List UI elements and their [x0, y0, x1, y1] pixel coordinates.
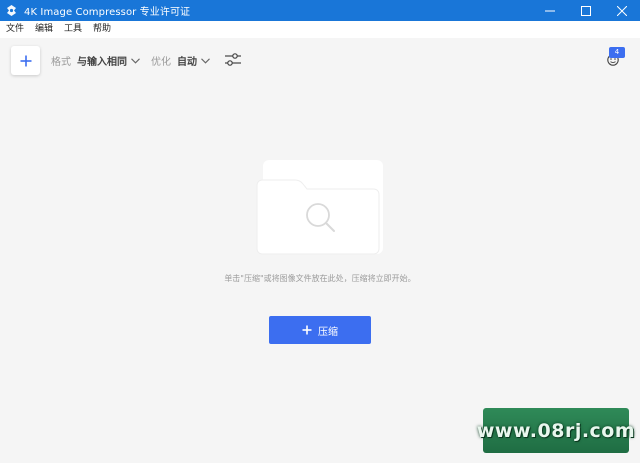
- notification-badge: 4: [609, 47, 625, 58]
- compress-button[interactable]: 压缩: [269, 316, 371, 344]
- optimize-dropdown[interactable]: 优化 自动: [151, 53, 210, 68]
- chevron-down-icon: [201, 57, 210, 64]
- optimize-label: 优化: [151, 57, 171, 68]
- minimize-icon: [545, 10, 555, 11]
- drop-hint-text: 单击"压缩"或将图像文件放在此处，压缩将立即开始。: [224, 274, 416, 283]
- maximize-icon: [581, 5, 591, 16]
- window-title: 4K Image Compressor 专业许可证: [24, 7, 191, 18]
- menu-tools[interactable]: 工具: [64, 21, 82, 38]
- menu-bar: 文件 编辑 工具 帮助: [0, 21, 640, 38]
- close-button[interactable]: [604, 0, 640, 21]
- minimize-button[interactable]: [532, 0, 568, 21]
- chevron-down-icon: [131, 57, 140, 64]
- menu-file[interactable]: 文件: [6, 21, 24, 38]
- menu-edit[interactable]: 编辑: [35, 21, 53, 38]
- title-bar: 4K Image Compressor 专业许可证: [0, 0, 640, 21]
- watermark-text: www.08rj.com: [476, 419, 636, 442]
- format-value: 与输入相同: [77, 57, 127, 68]
- folder-search-icon: [255, 158, 385, 258]
- sliders-icon[interactable]: [224, 52, 242, 68]
- plus-icon: [302, 325, 312, 335]
- maximize-button[interactable]: [568, 0, 604, 21]
- toolbar: 格式 与输入相同 优化 自动: [0, 38, 640, 82]
- compress-label: 压缩: [318, 326, 338, 338]
- menu-help[interactable]: 帮助: [93, 21, 111, 38]
- add-images-button[interactable]: [11, 46, 40, 75]
- format-label: 格式: [51, 57, 71, 68]
- app-logo-icon: [5, 4, 18, 17]
- close-icon: [617, 5, 627, 16]
- format-dropdown[interactable]: 格式 与输入相同: [51, 53, 140, 68]
- watermark: www.08rj.com: [477, 408, 635, 453]
- plus-icon: [20, 55, 31, 66]
- optimize-value: 自动: [177, 57, 197, 68]
